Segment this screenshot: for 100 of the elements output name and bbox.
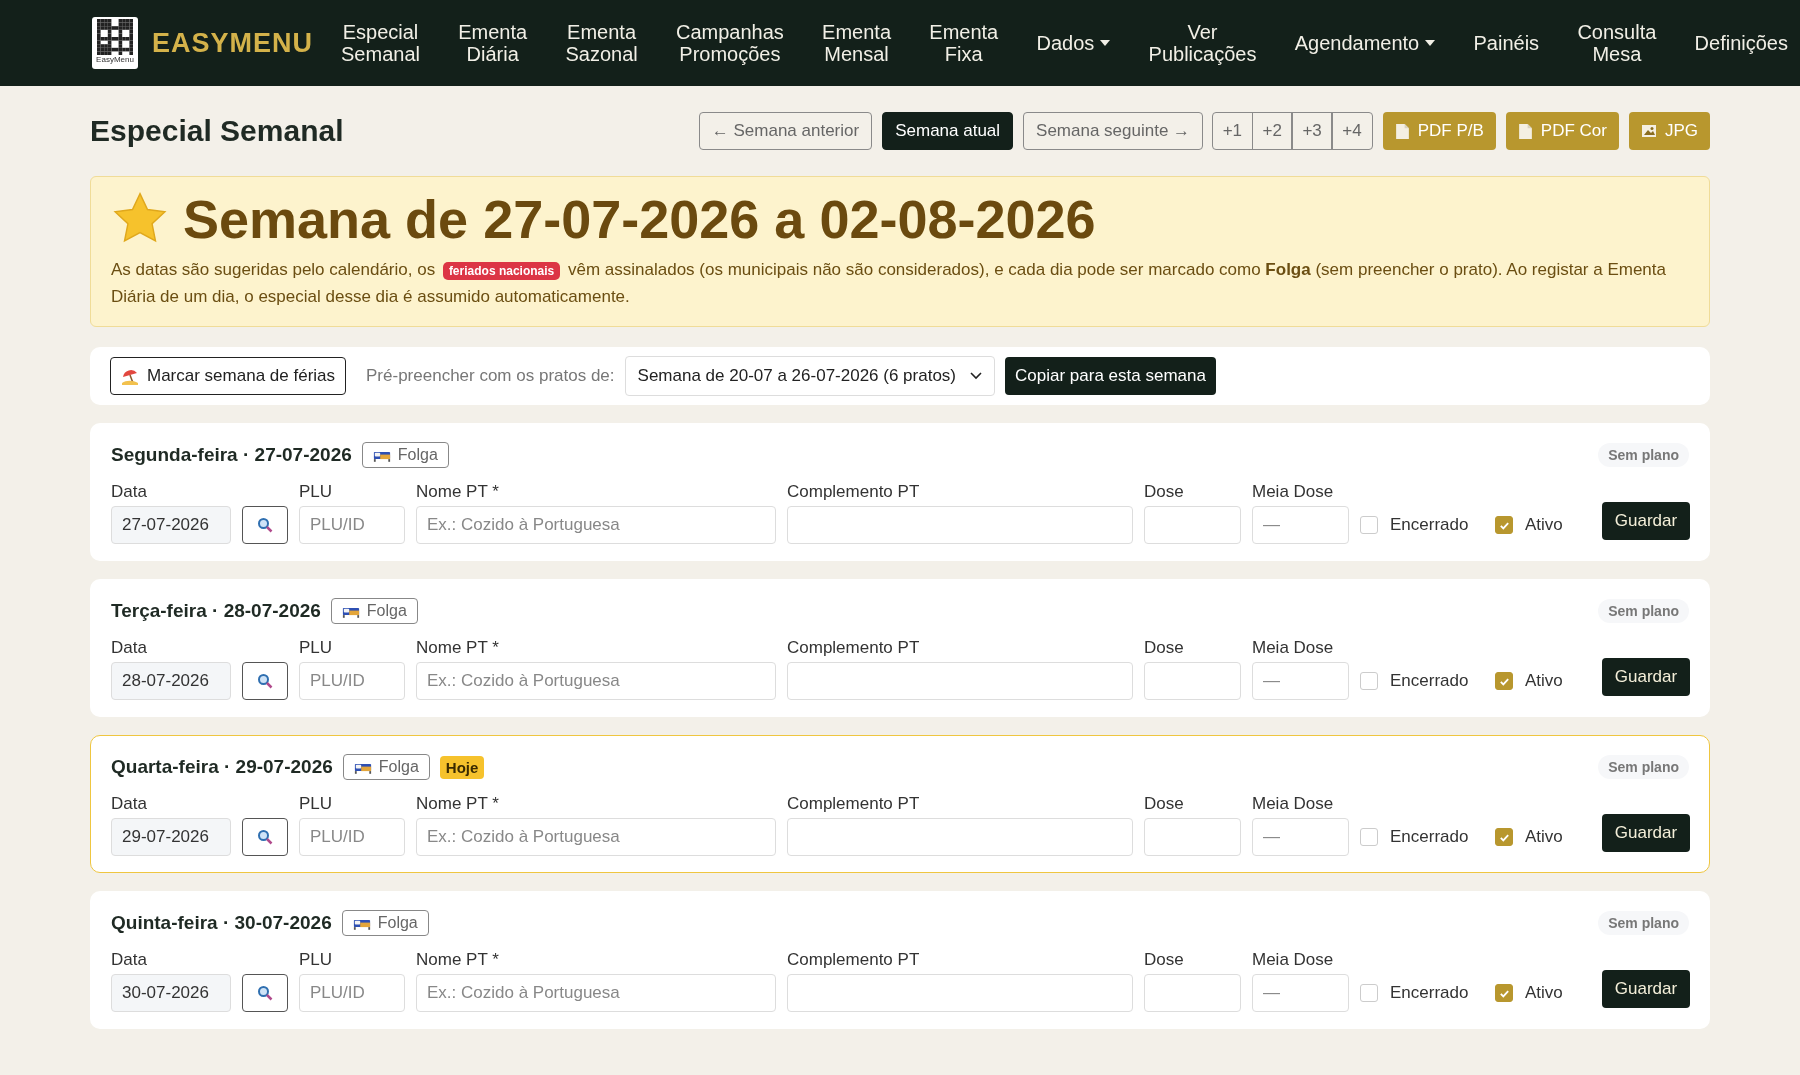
checkbox-label: Ativo bbox=[1525, 515, 1563, 535]
checkbox[interactable] bbox=[1495, 672, 1513, 690]
checkbox[interactable] bbox=[1495, 828, 1513, 846]
nav-link[interactable]: Campanhas Promoções bbox=[672, 21, 788, 65]
checkbox[interactable] bbox=[1360, 828, 1378, 846]
date-field[interactable]: 30-07-2026 bbox=[111, 974, 231, 1012]
search-button[interactable] bbox=[242, 818, 288, 856]
nav-link[interactable]: Painéis bbox=[1469, 32, 1544, 54]
complement-field[interactable] bbox=[787, 662, 1133, 700]
field-label: PLU bbox=[299, 637, 334, 659]
nav-link[interactable]: Especial Semanal bbox=[337, 21, 424, 65]
date-field[interactable]: 29-07-2026 bbox=[111, 818, 231, 856]
field-label: Complemento PT bbox=[787, 949, 921, 971]
search-button[interactable] bbox=[242, 506, 288, 544]
field-label: Data bbox=[111, 949, 148, 971]
prefill-label: Pré-preencher com os pratos de: bbox=[366, 366, 615, 386]
date-field[interactable]: 27-07-2026 bbox=[111, 506, 231, 544]
week-offset-button[interactable]: +4 bbox=[1331, 112, 1373, 150]
week-offset-button[interactable]: +2 bbox=[1251, 112, 1293, 150]
plu-field[interactable]: PLU/ID bbox=[299, 506, 405, 544]
field-label: PLU bbox=[299, 793, 334, 815]
day-title: Quinta-feira · 30-07-2026 bbox=[111, 912, 332, 934]
field-label: Data bbox=[111, 481, 148, 503]
half-dose-field[interactable]: — bbox=[1252, 662, 1349, 700]
name-field[interactable]: Ex.: Cozido à Portuguesa bbox=[416, 662, 776, 700]
week-offset-button[interactable]: +1 bbox=[1211, 112, 1253, 150]
field-label: Complemento PT bbox=[787, 793, 921, 815]
today-badge: Hoje bbox=[439, 755, 485, 779]
half-dose-field[interactable]: — bbox=[1252, 818, 1349, 856]
field-label: PLU bbox=[299, 949, 334, 971]
dose-field[interactable] bbox=[1144, 662, 1241, 700]
week-offset-button[interactable]: +3 bbox=[1291, 112, 1333, 150]
folga-button[interactable]: Folga bbox=[341, 910, 429, 936]
field-label: Meia Dose bbox=[1252, 481, 1335, 503]
date-field[interactable]: 28-07-2026 bbox=[111, 662, 231, 700]
status-badge: Sem plano bbox=[1598, 443, 1689, 467]
copy-button[interactable]: Copiar para esta semana bbox=[1005, 357, 1216, 395]
save-button[interactable]: Guardar bbox=[1602, 502, 1690, 540]
folga-button[interactable]: Folga bbox=[361, 442, 449, 468]
checkbox-label: Encerrado bbox=[1390, 983, 1469, 1003]
field-label: Nome PT * bbox=[416, 481, 500, 503]
checkbox-label: Encerrado bbox=[1390, 671, 1469, 691]
field-label: Dose bbox=[1144, 793, 1185, 815]
week-select[interactable]: Semana de 20-07 a 26-07-2026 (6 pratos) bbox=[624, 356, 996, 396]
save-button[interactable]: Guardar bbox=[1602, 814, 1690, 852]
week-nav-button[interactable]: Semana seguinte → bbox=[1023, 112, 1204, 150]
brand-name[interactable]: EASYMENU bbox=[152, 27, 314, 59]
week-nav-button[interactable]: ← Semana anterior bbox=[698, 112, 873, 150]
nav-link[interactable]: Definições bbox=[1690, 32, 1792, 54]
dose-field[interactable] bbox=[1144, 506, 1241, 544]
half-dose-field[interactable]: — bbox=[1252, 506, 1349, 544]
day-title: Terça-feira · 28-07-2026 bbox=[111, 600, 321, 622]
half-dose-field[interactable]: — bbox=[1252, 974, 1349, 1012]
field-label: Nome PT * bbox=[416, 793, 500, 815]
field-label: PLU bbox=[299, 481, 334, 503]
field-label: Nome PT * bbox=[416, 949, 500, 971]
plu-field[interactable]: PLU/ID bbox=[299, 974, 405, 1012]
search-icon bbox=[257, 673, 273, 689]
checkbox[interactable] bbox=[1495, 516, 1513, 534]
checkbox-label: Ativo bbox=[1525, 983, 1563, 1003]
search-button[interactable] bbox=[242, 662, 288, 700]
dose-field[interactable] bbox=[1144, 974, 1241, 1012]
dose-field[interactable] bbox=[1144, 818, 1241, 856]
nav-link[interactable]: Ver Publicações bbox=[1144, 21, 1261, 65]
vacation-button[interactable]: Marcar semana de férias bbox=[110, 357, 347, 395]
nav-link[interactable]: Ementa Fixa bbox=[925, 21, 1003, 65]
checkbox-label: Ativo bbox=[1525, 671, 1563, 691]
complement-field[interactable] bbox=[787, 506, 1133, 544]
checkbox[interactable] bbox=[1360, 984, 1378, 1002]
checkbox[interactable] bbox=[1495, 984, 1513, 1002]
nav-link[interactable]: Ementa Sazonal bbox=[561, 21, 642, 65]
document-icon bbox=[1517, 122, 1533, 140]
page-title: Especial Semanal bbox=[90, 114, 345, 148]
save-button[interactable]: Guardar bbox=[1602, 658, 1690, 696]
checkbox[interactable] bbox=[1360, 516, 1378, 534]
nav-link[interactable]: Agendamento bbox=[1290, 32, 1440, 54]
field-label: Complemento PT bbox=[787, 637, 921, 659]
name-field[interactable]: Ex.: Cozido à Portuguesa bbox=[416, 818, 776, 856]
status-badge: Sem plano bbox=[1598, 755, 1689, 779]
save-button[interactable]: Guardar bbox=[1602, 970, 1690, 1008]
plu-field[interactable]: PLU/ID bbox=[299, 818, 405, 856]
folga-button[interactable]: Folga bbox=[330, 598, 418, 624]
complement-field[interactable] bbox=[787, 818, 1133, 856]
name-field[interactable]: Ex.: Cozido à Portuguesa bbox=[416, 974, 776, 1012]
nav-link[interactable]: Consulta Mesa bbox=[1573, 21, 1661, 65]
checkbox[interactable] bbox=[1360, 672, 1378, 690]
checkbox-label: Encerrado bbox=[1390, 515, 1469, 535]
search-button[interactable] bbox=[242, 974, 288, 1012]
folga-button[interactable]: Folga bbox=[342, 754, 430, 780]
day-title: Quarta-feira · 29-07-2026 bbox=[111, 756, 333, 778]
nav-link[interactable]: Dados bbox=[1032, 32, 1115, 54]
complement-field[interactable] bbox=[787, 974, 1133, 1012]
nav-link[interactable]: Ementa Diária bbox=[454, 21, 532, 65]
chevron-icon bbox=[970, 372, 983, 380]
field-label: Complemento PT bbox=[787, 481, 921, 503]
plu-field[interactable]: PLU/ID bbox=[299, 662, 405, 700]
week-nav-button[interactable]: Semana atual bbox=[882, 112, 1014, 150]
qr-logo: EasyMenu bbox=[92, 17, 138, 69]
name-field[interactable]: Ex.: Cozido à Portuguesa bbox=[416, 506, 776, 544]
nav-link[interactable]: Ementa Mensal bbox=[818, 21, 896, 65]
